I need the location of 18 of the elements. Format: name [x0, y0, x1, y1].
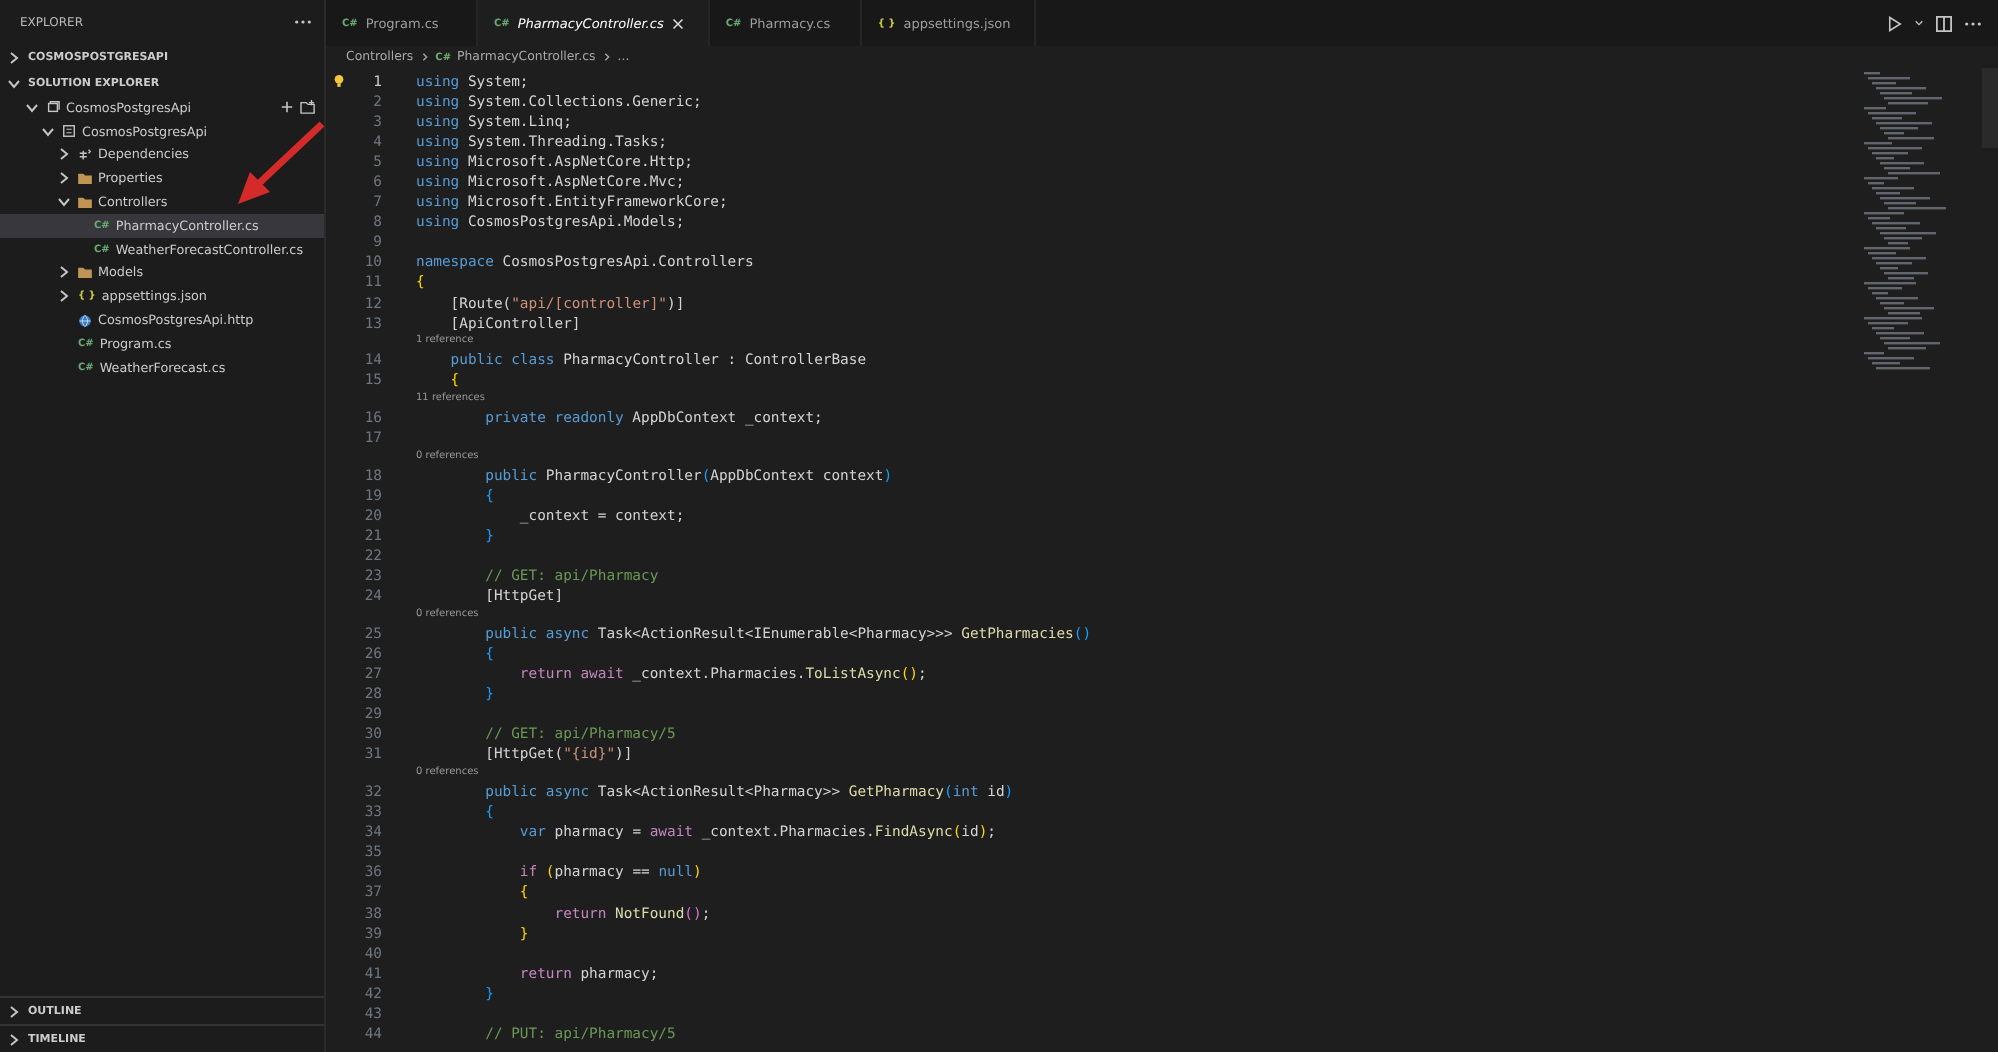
project-icon — [62, 124, 76, 139]
folder-icon — [78, 266, 92, 279]
lightbulb-icon[interactable] — [333, 73, 343, 88]
plus-icon[interactable] — [280, 100, 294, 115]
more-icon[interactable] — [294, 18, 312, 26]
dependencies-icon — [78, 147, 92, 162]
globe-icon — [78, 313, 92, 328]
close-icon[interactable] — [671, 17, 684, 29]
chevron-down-icon[interactable] — [56, 194, 72, 211]
chevron-right-icon — [601, 52, 612, 62]
chevron-right-icon — [419, 52, 430, 62]
split-editor-icon[interactable] — [1936, 15, 1952, 31]
run-icon[interactable] — [1888, 15, 1902, 31]
new-folder-icon[interactable] — [300, 100, 316, 115]
chevron-down-icon[interactable] — [1914, 18, 1924, 28]
chevron-right-icon[interactable] — [6, 49, 22, 65]
more-icon[interactable] — [1964, 19, 1982, 27]
solution-icon — [46, 100, 60, 115]
